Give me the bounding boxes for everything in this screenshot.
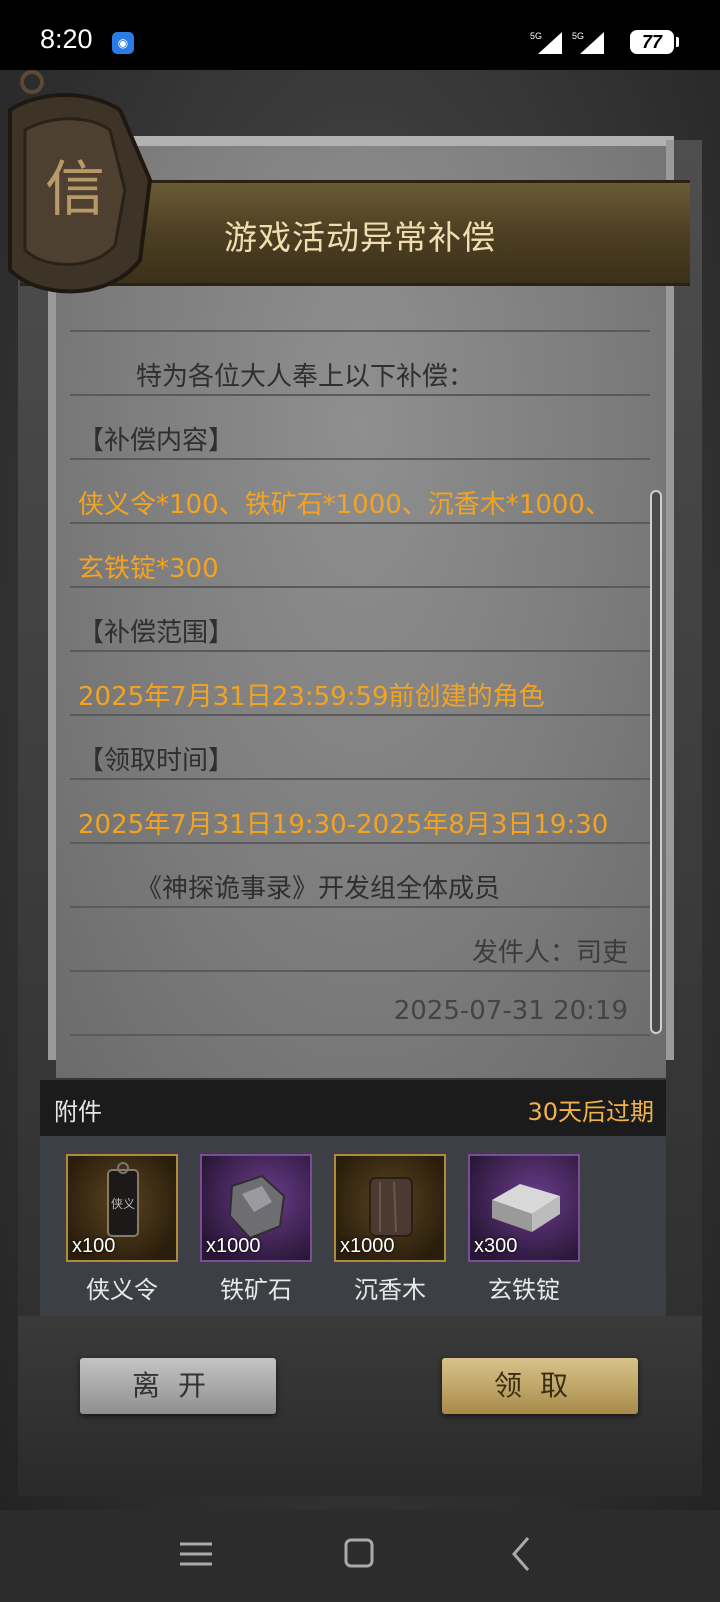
item-quantity: x300 bbox=[474, 1235, 518, 1257]
rule-line bbox=[70, 522, 650, 524]
attachment-item[interactable]: 侠义 x100 侠义令 bbox=[66, 1154, 178, 1305]
compensation-content-line1: 侠义令*100、铁矿石*1000、沉香木*1000、 bbox=[78, 490, 611, 520]
rule-line bbox=[70, 842, 650, 844]
item-name: 玄铁锭 bbox=[488, 1276, 560, 1304]
attachment-label: 附件 bbox=[54, 1098, 102, 1126]
mail-scrollbar[interactable] bbox=[650, 490, 662, 1034]
svg-text:侠义: 侠义 bbox=[111, 1197, 135, 1211]
rule-line bbox=[70, 650, 650, 652]
battery-indicator: 77 bbox=[630, 30, 679, 54]
status-time: 8:20 bbox=[40, 24, 93, 54]
item-frame: x1000 bbox=[334, 1154, 446, 1262]
rule-line bbox=[70, 394, 650, 396]
item-frame: 侠义 x100 bbox=[66, 1154, 178, 1262]
rule-line bbox=[70, 1034, 650, 1036]
item-name: 侠义令 bbox=[86, 1276, 158, 1304]
rule-line bbox=[70, 586, 650, 588]
section-heading-scope: 【补偿范围】 bbox=[78, 618, 235, 648]
compensation-scope: 2025年7月31日23:59:59前创建的角色 bbox=[78, 682, 545, 712]
item-quantity: x100 bbox=[72, 1235, 116, 1257]
letter-medallion-icon: 信 bbox=[0, 70, 160, 300]
back-icon[interactable] bbox=[494, 1530, 554, 1580]
svg-text:5G: 5G bbox=[572, 31, 584, 41]
claim-button[interactable]: 领取 bbox=[442, 1358, 638, 1414]
section-heading-content: 【补偿内容】 bbox=[78, 426, 235, 456]
section-heading-time: 【领取时间】 bbox=[78, 746, 235, 776]
item-quantity: x1000 bbox=[206, 1235, 261, 1257]
item-name: 铁矿石 bbox=[220, 1276, 292, 1304]
compensation-content-line2: 玄铁锭*300 bbox=[78, 554, 219, 584]
rule-line bbox=[70, 714, 650, 716]
app-notification-icon: ◉ bbox=[112, 32, 134, 54]
mail-date: 2025-07-31 20:19 bbox=[393, 996, 628, 1026]
attachment-item[interactable]: x300 玄铁锭 bbox=[468, 1154, 580, 1305]
attachment-item[interactable]: x1000 铁矿石 bbox=[200, 1154, 312, 1305]
signal-icon: 5G bbox=[530, 30, 562, 54]
item-name: 沉香木 bbox=[354, 1276, 426, 1304]
item-frame: x1000 bbox=[200, 1154, 312, 1262]
navigation-bar bbox=[0, 1510, 720, 1602]
rule-line bbox=[70, 330, 650, 332]
rule-line bbox=[70, 778, 650, 780]
mail-signature: 《神探诡事录》开发组全体成员 bbox=[136, 874, 501, 904]
menu-icon[interactable] bbox=[166, 1530, 226, 1580]
claim-time: 2025年7月31日19:30-2025年8月3日19:30 bbox=[78, 810, 609, 840]
status-bar: 8:20 ◉ 5G 5G 77 bbox=[0, 0, 720, 70]
signal-icon-2: 5G bbox=[572, 30, 604, 54]
leave-button[interactable]: 离开 bbox=[80, 1358, 276, 1414]
rule-line bbox=[70, 970, 650, 972]
mail-intro: 特为各位大人奉上以下补偿： bbox=[136, 362, 475, 392]
item-frame: x300 bbox=[468, 1154, 580, 1262]
attachment-expire: 30天后过期 bbox=[527, 1098, 654, 1126]
rule-line bbox=[70, 906, 650, 908]
rule-line bbox=[70, 458, 650, 460]
attachment-item[interactable]: x1000 沉香木 bbox=[334, 1154, 446, 1305]
mail-sender: 发件人：司吏 bbox=[471, 938, 628, 968]
svg-text:5G: 5G bbox=[530, 31, 542, 41]
svg-text:信: 信 bbox=[45, 155, 105, 225]
home-icon[interactable] bbox=[330, 1530, 390, 1580]
item-quantity: x1000 bbox=[340, 1235, 395, 1257]
